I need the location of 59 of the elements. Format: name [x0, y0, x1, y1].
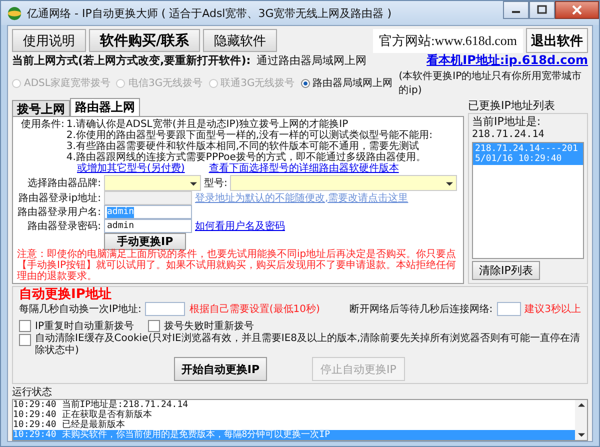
caret-icon [190, 182, 197, 186]
scroll-down-icon[interactable] [578, 433, 584, 437]
credentials-link[interactable]: 如何看用户名及密码 [195, 220, 285, 232]
mode-label: 当前上网方式(若上网方式改变,要重新打开软件): [12, 53, 251, 68]
condition-text: 1.请确认你是ADSL宽带(并且是动态IP)独立拨号上网的才能换IP [66, 119, 348, 130]
condition-text: 2.你使用的路由器型号要跟下面型号一样的,没有一样的可以测试类似型号能不能用: [66, 130, 432, 141]
notice-text: 注意：即使你的电脑满足上面所说的条件，也要先试用能换不同ip地址后再决定是否购买。你只要点【手动换IP按钮】就可以试用了。如果不试用就购买，购买后发现用不了要申请退款。本站拒绝任何理由的退款要求。 [17, 249, 458, 282]
option-checkbox[interactable]: 自动清除IE缓存及Cookie(只对IE浏览器有效，并且需要IE8及以上的版本,清除前要先关掉所有浏览器否则有可能一直停在清除状态中) [19, 333, 581, 357]
section-title: 自动更换IP地址 [19, 287, 112, 302]
current-ip-label: 当前IP地址是: [472, 114, 541, 129]
mode-note: (本软件更换IP的地址只有你所用宽带城市的ip) [398, 70, 583, 97]
field-label: 选择路由器品牌: [26, 178, 101, 188]
mode-value: 通过路由器局域网上网 [256, 53, 367, 68]
group-title: 已更换IP地址列表 [468, 98, 556, 113]
interval-label: 每隔几秒自动换一次IP地址: [19, 302, 142, 316]
log-entry: 10:29:40 当前IP地址是:218.71.24.14 [13, 400, 190, 410]
mode-radio[interactable]: 路由器局域网上网 [300, 76, 393, 90]
field-label: 路由器登录用户名: [17, 206, 101, 218]
field-label: 路由器登录密码: [26, 220, 101, 232]
minimize-button[interactable] [503, 1, 529, 19]
wait-hint: 建议3秒以上 [524, 302, 581, 316]
condition-text: 4.路由器跟网线的连接方式需要PPPoe拨号的方式，即不能通过多级路由器使用。 [66, 152, 427, 163]
conditions-label: 使用条件: [20, 119, 64, 132]
wait-label: 断开网络后等待几秒后连接网络: [349, 302, 493, 316]
interval-field[interactable] [145, 302, 186, 316]
log-entry: 10:29:40 正在获取是否有新版本 [13, 410, 153, 420]
section-title: 运行状态 [12, 386, 53, 399]
window-title: 亿通网络 - IP自动更换大师 ( 适合于Adsl宽带、3G宽带无线上网及路由器 ) [27, 6, 392, 20]
current-ip-value: 218.71.24.14 [472, 129, 544, 140]
field-label: 型号: [204, 178, 228, 188]
option-checkbox[interactable]: 拨号失败时重新拨号 [148, 318, 254, 333]
toolbar-button[interactable]: 隐藏软件 [203, 29, 278, 52]
clear-list-button[interactable]: 清除IP列表 [472, 261, 540, 280]
password-field[interactable]: admin [104, 219, 192, 233]
website-label: 官方网站:www.618d.com [373, 28, 523, 52]
wait-field[interactable] [496, 302, 521, 316]
maximize-button[interactable] [529, 1, 555, 19]
start-button[interactable]: 开始自动更换IP [174, 357, 267, 381]
maximize-icon [537, 5, 547, 15]
exit-button[interactable]: 退出软件 [526, 28, 588, 53]
version-link[interactable]: 查看下面选择型号的详细路由器软硬件版本 [208, 163, 399, 174]
close-button[interactable] [555, 1, 599, 19]
log-entry: 10:29:40 已经是最新版本 [13, 420, 126, 430]
close-icon [572, 5, 582, 15]
field-label: 路由器登录ip地址: [18, 192, 101, 204]
log-entry: 10:29:40 未购买软件，你当前使用的是免费版本，每隔8分钟可以更换一次IP [13, 430, 575, 440]
interval-hint: 根据自己需要设置(最低10秒) [189, 302, 320, 316]
tab[interactable]: 拨号上网 [12, 100, 70, 116]
manual-change-button[interactable]: 手动更换IP [104, 232, 186, 250]
condition-text: 3.有些路由器需要硬件和软件版本相同,不同的软件版本可能不通用，需要先测试 [66, 141, 420, 152]
ip-link[interactable]: 看本机IP地址:ip.618d.com [426, 52, 588, 69]
app-icon [7, 6, 22, 20]
toolbar-button[interactable]: 软件购买/联系 [89, 29, 200, 52]
option-checkbox[interactable]: IP重复时自动重新拨号 [19, 318, 134, 333]
toolbar-button[interactable]: 使用说明 [12, 29, 86, 52]
scroll-up-icon[interactable] [578, 403, 584, 407]
tab[interactable]: 路由器上网 [70, 98, 140, 116]
add-model-link[interactable]: 或增加其它型号(另付费) [77, 163, 185, 174]
caret-icon [446, 182, 454, 186]
